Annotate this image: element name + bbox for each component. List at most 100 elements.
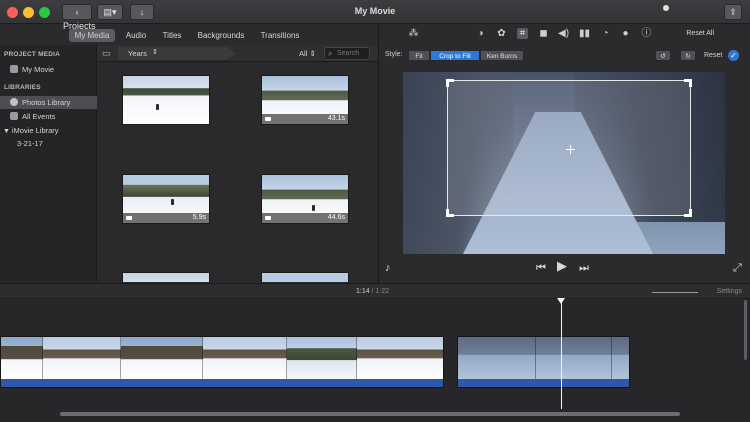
sidebar-item-imovie-library[interactable]: ▼ iMovie Library bbox=[0, 124, 97, 137]
timeline-header: 1:14 / 1:22 Settings bbox=[0, 283, 750, 299]
film-icon bbox=[10, 65, 18, 73]
playback-controls: ♪ ⏮ ▶ ⏭ ⤢ bbox=[379, 256, 750, 280]
breadcrumb[interactable]: Years ⇕ bbox=[118, 47, 236, 60]
reset-all-button[interactable]: Reset All bbox=[686, 30, 714, 37]
clip-duration-overlay: 43.1s bbox=[262, 114, 348, 124]
clip-frames bbox=[458, 337, 629, 381]
search-icon: ⌕ bbox=[328, 49, 333, 58]
photos-icon bbox=[10, 98, 18, 106]
playhead[interactable] bbox=[561, 301, 562, 409]
clip-frames bbox=[1, 337, 443, 381]
speed-icon[interactable]: ◔ bbox=[600, 28, 611, 39]
sidebar-item-my-movie[interactable]: My Movie bbox=[0, 63, 97, 76]
disclosure-triangle-icon[interactable]: ▼ bbox=[3, 128, 12, 135]
sidebar-item-event-date[interactable]: 3-21-17 bbox=[0, 137, 97, 150]
color-correction-icon[interactable]: ✿ bbox=[496, 28, 507, 39]
rotate-left-button[interactable]: ↺ bbox=[655, 50, 671, 61]
video-camera-icon bbox=[265, 117, 271, 121]
crop-handle-top-left[interactable] bbox=[446, 79, 454, 87]
style-crop-to-fill-button[interactable]: Crop to Fill bbox=[430, 50, 480, 61]
skip-back-icon[interactable]: ⏮ bbox=[536, 261, 546, 275]
breadcrumb-years: Years bbox=[128, 49, 147, 58]
sidebar-item-label: All Events bbox=[22, 112, 56, 121]
sidebar-item-label: My Movie bbox=[22, 65, 55, 74]
title-bar: ‹ Projects ▤▾ ↓ My Movie ⇪ bbox=[0, 0, 750, 31]
rotate-left-icon: ↺ bbox=[660, 53, 666, 60]
project-media-heading: PROJECT MEDIA bbox=[4, 51, 61, 58]
fullscreen-icon[interactable]: ⤢ bbox=[733, 261, 742, 275]
crop-rectangle[interactable] bbox=[446, 79, 692, 217]
clip-duration: 44.6s bbox=[327, 214, 345, 221]
browser-filter-bar: ▭ Years ⇕ All ⇕ ⌕ Search bbox=[98, 45, 378, 62]
media-clip-thumbnail[interactable]: 44.6s bbox=[261, 174, 349, 224]
rotate-right-icon: ↻ bbox=[685, 53, 691, 60]
chevron-up-down-icon: ⇕ bbox=[309, 49, 316, 58]
video-camera-icon bbox=[265, 216, 271, 220]
clip-frame bbox=[287, 337, 357, 381]
chevron-up-down-icon: ⇕ bbox=[152, 49, 158, 56]
tab-backgrounds[interactable]: Backgrounds bbox=[196, 29, 246, 42]
style-fit-button[interactable]: Fit bbox=[408, 50, 430, 61]
clip-frame bbox=[536, 337, 612, 381]
style-ken-burns-button[interactable]: Ken Burns bbox=[480, 50, 524, 61]
media-clip-thumbnail[interactable]: 43.1s bbox=[261, 75, 349, 125]
sidebar-item-photos-library[interactable]: Photos Library bbox=[0, 96, 97, 109]
time-separator: / bbox=[371, 288, 374, 295]
current-time: 1:14 bbox=[356, 288, 370, 295]
timeline-zoom-knob[interactable] bbox=[662, 5, 669, 11]
clip-frame bbox=[612, 337, 629, 381]
reset-crop-button[interactable]: Reset bbox=[704, 52, 722, 59]
media-clip-thumbnail[interactable] bbox=[122, 75, 210, 125]
media-clip-thumbnail[interactable] bbox=[261, 272, 349, 282]
timecode: 1:14 / 1:22 bbox=[356, 288, 389, 295]
info-icon[interactable]: ⓘ bbox=[641, 28, 652, 39]
microphone-icon[interactable]: ♪ bbox=[385, 261, 391, 275]
share-icon: ⇪ bbox=[729, 7, 737, 17]
events-icon bbox=[10, 112, 18, 120]
filter-icon[interactable]: ● bbox=[620, 28, 631, 39]
sidebar-toggle-icon[interactable]: ▭ bbox=[102, 48, 111, 59]
apply-checkmark-icon[interactable]: ✓ bbox=[728, 50, 739, 61]
vertical-scrollbar[interactable] bbox=[744, 300, 747, 360]
timeline-clip[interactable] bbox=[0, 336, 444, 388]
tab-my-media[interactable]: My Media bbox=[69, 29, 115, 42]
crop-icon[interactable]: ⌗ bbox=[517, 28, 528, 39]
tab-audio[interactable]: Audio bbox=[122, 29, 150, 42]
video-viewer[interactable] bbox=[403, 72, 725, 254]
sidebar-item-all-events[interactable]: All Events bbox=[0, 110, 97, 123]
crop-style-row: Style: Fit Crop to Fill Ken Burns ↺ ↻ Re… bbox=[379, 47, 750, 63]
style-label: Style: bbox=[385, 51, 403, 58]
crop-handle-bottom-left[interactable] bbox=[446, 209, 454, 217]
share-button[interactable]: ⇪ bbox=[724, 4, 742, 20]
clip-duration-overlay: 5.9s bbox=[123, 213, 209, 223]
magic-wand-icon[interactable]: ⁂ bbox=[408, 28, 419, 39]
tab-transitions[interactable]: Transitions bbox=[258, 29, 302, 42]
clip-frame bbox=[203, 337, 287, 381]
play-icon[interactable]: ▶ bbox=[557, 259, 567, 273]
crop-handle-bottom-right[interactable] bbox=[684, 209, 692, 217]
crop-handle-top-right[interactable] bbox=[684, 79, 692, 87]
equalizer-icon[interactable]: ▮▮ bbox=[579, 28, 590, 39]
skip-forward-icon[interactable]: ⏭ bbox=[579, 261, 589, 275]
media-clip-thumbnail[interactable] bbox=[122, 272, 210, 282]
timeline-zoom-slider[interactable] bbox=[652, 292, 698, 293]
color-balance-icon[interactable]: ◑ bbox=[475, 28, 486, 39]
total-time: 1:22 bbox=[375, 288, 390, 295]
filter-select[interactable]: All ⇕ bbox=[299, 49, 316, 58]
tab-titles[interactable]: Titles bbox=[158, 29, 186, 42]
clip-frame bbox=[357, 337, 443, 381]
clip-duration: 43.1s bbox=[327, 115, 345, 122]
rotate-right-button[interactable]: ↻ bbox=[680, 50, 696, 61]
volume-icon[interactable]: ◀) bbox=[558, 28, 569, 39]
timeline-settings-button[interactable]: Settings bbox=[717, 288, 742, 295]
search-input[interactable]: ⌕ Search bbox=[324, 47, 370, 60]
skier-figure bbox=[156, 104, 159, 110]
clip-audio-track bbox=[458, 379, 629, 387]
sidebar-item-label: Photos Library bbox=[22, 98, 71, 107]
horizontal-scrollbar[interactable] bbox=[60, 412, 680, 416]
library-sidebar: PROJECT MEDIA My Movie LIBRARIES Photos … bbox=[0, 45, 97, 282]
timeline-clip[interactable] bbox=[457, 336, 630, 388]
media-clip-thumbnail[interactable]: 5.9s bbox=[122, 174, 210, 224]
stabilization-icon[interactable]: ◼ bbox=[538, 28, 549, 39]
clip-frame bbox=[121, 337, 203, 381]
